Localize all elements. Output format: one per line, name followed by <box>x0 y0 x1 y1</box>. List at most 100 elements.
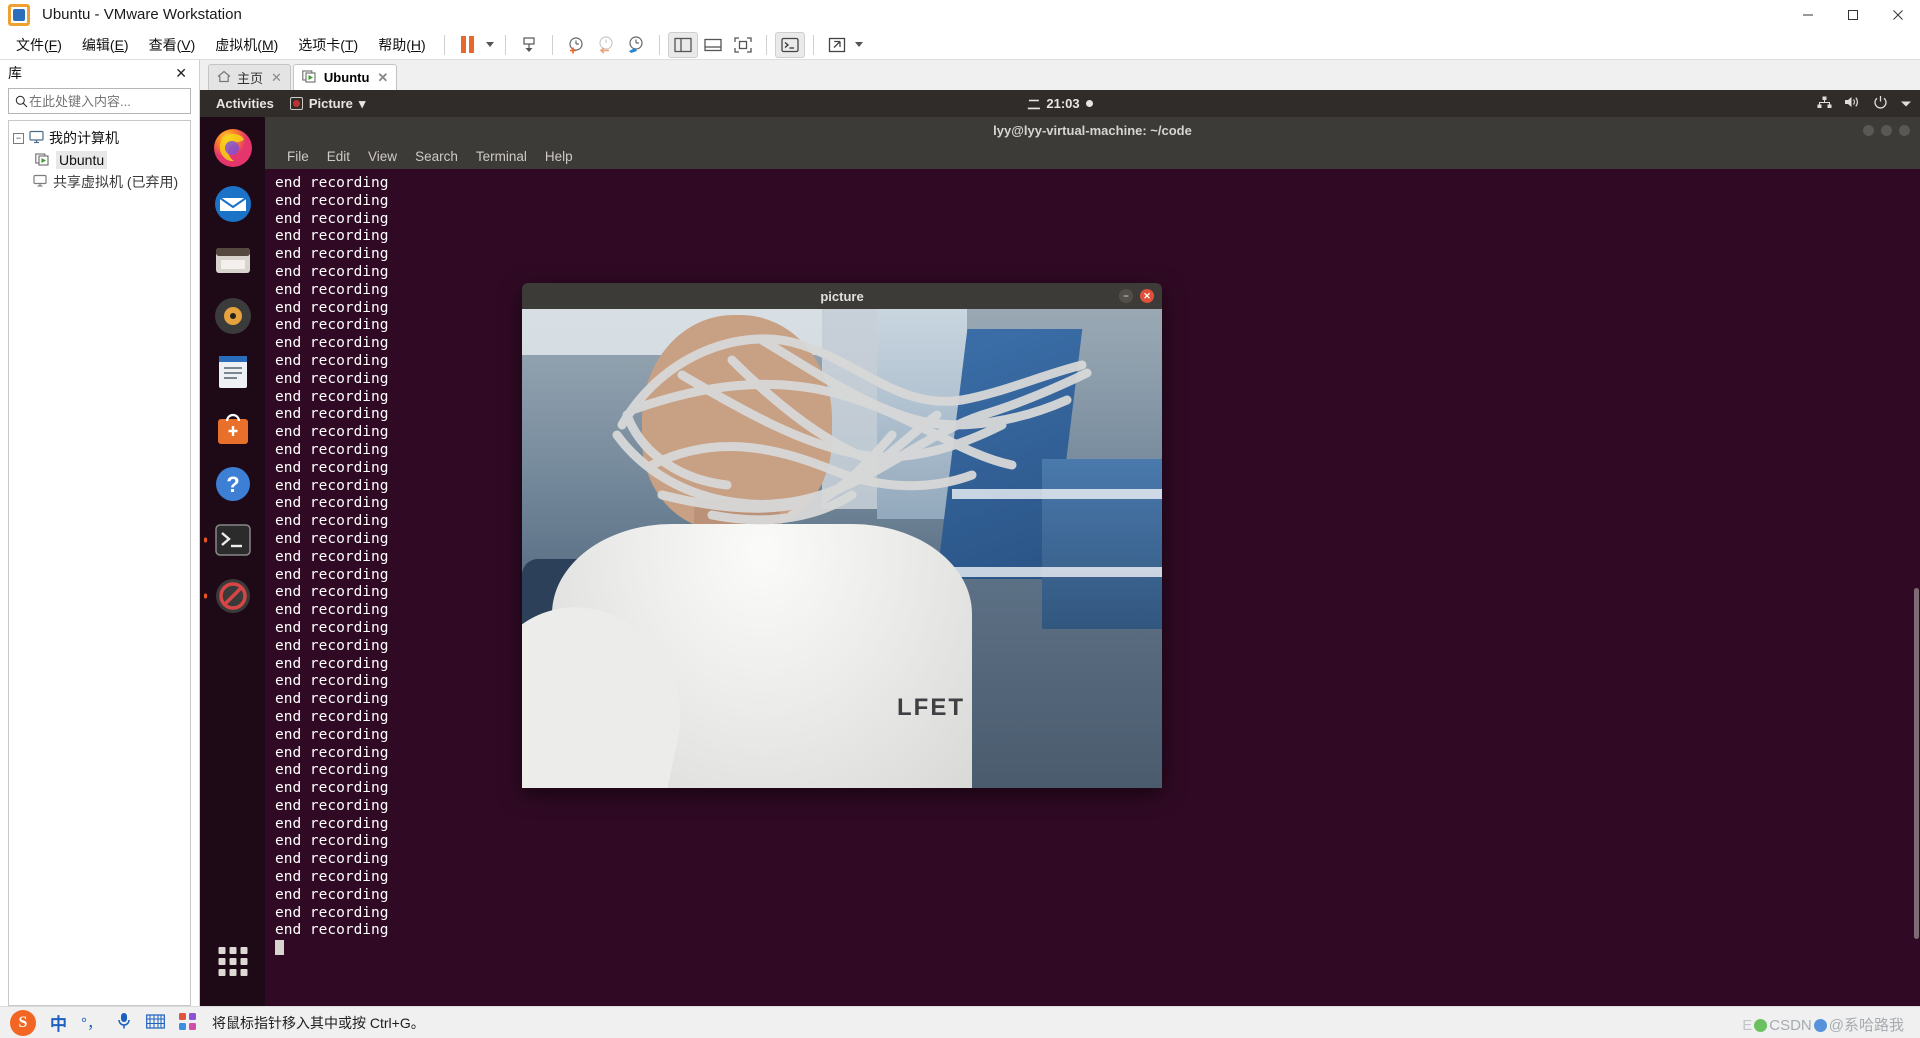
terminal-icon <box>781 37 799 52</box>
library-sidebar: 库 ✕ − 我的计算机 <box>0 60 213 1006</box>
snapshot-icon <box>523 36 535 52</box>
menubar: 文件(F) 编辑(E) 查看(V) 虚拟机(M) 选项卡(T) 帮助(H) <box>0 30 1920 60</box>
tree-item-ubuntu[interactable]: Ubuntu <box>13 149 186 171</box>
music-icon <box>214 298 251 334</box>
chevron-down-icon <box>854 42 863 47</box>
tree-item-label: 我的计算机 <box>49 130 119 146</box>
terminal-menu-file[interactable]: File <box>287 149 309 164</box>
maximize-button[interactable] <box>1830 0 1875 30</box>
shared-vm-icon <box>33 174 48 191</box>
menu-vm[interactable]: 虚拟机(M) <box>205 32 288 58</box>
dock-item-terminal[interactable] <box>210 517 256 563</box>
close-icon[interactable] <box>1899 124 1910 136</box>
search-input[interactable] <box>29 93 205 109</box>
forbidden-icon <box>215 579 250 613</box>
terminal-line: end recording <box>275 192 389 209</box>
chevron-down-icon[interactable] <box>1900 96 1912 111</box>
terminal-scrollbar[interactable] <box>1912 169 1920 1006</box>
clock-time: 21:03 <box>1046 96 1080 111</box>
console-button[interactable] <box>774 31 805 58</box>
terminal-menu-view[interactable]: View <box>368 149 397 164</box>
minimize-icon[interactable]: − <box>1119 289 1133 303</box>
menu-edit[interactable]: 编辑(E) <box>72 32 139 58</box>
terminal-menu-edit[interactable]: Edit <box>327 149 350 164</box>
terminal-icon <box>214 524 251 556</box>
terminal-line: end recording <box>275 833 389 850</box>
power-dropdown[interactable] <box>483 32 497 58</box>
minimize-icon[interactable] <box>1863 124 1874 136</box>
tab-close-icon[interactable]: ✕ <box>377 70 388 86</box>
clock-area[interactable]: 二 21:03 <box>200 94 1920 113</box>
tab-close-icon[interactable]: ✕ <box>271 70 282 86</box>
tab-home[interactable]: 主页 ✕ <box>208 64 291 90</box>
terminal-window-buttons <box>1863 124 1910 136</box>
suspend-button[interactable] <box>453 32 483 58</box>
library-search[interactable] <box>8 88 213 114</box>
terminal-menu-terminal[interactable]: Terminal <box>476 149 527 164</box>
dock-item-files[interactable] <box>210 237 256 283</box>
show-library-button[interactable] <box>667 31 698 58</box>
microphone-icon[interactable] <box>116 1012 132 1033</box>
app-menu[interactable]: Picture ▾ <box>282 96 374 112</box>
dock-item-help[interactable]: ? <box>210 461 256 507</box>
library-header: 库 ✕ <box>0 60 199 86</box>
activities-button[interactable]: Activities <box>208 96 282 111</box>
dock-item-rhythmbox[interactable] <box>210 293 256 339</box>
maximize-icon[interactable] <box>1881 124 1892 136</box>
chevron-down-icon: ▾ <box>358 95 366 111</box>
menu-tabs[interactable]: 选项卡(T) <box>288 32 368 58</box>
keyboard-icon[interactable] <box>146 1013 165 1032</box>
terminal-line: end recording <box>275 815 389 832</box>
status-hint: 将鼠标指针移入其中或按 Ctrl+G。 <box>212 1014 425 1031</box>
firefox-icon <box>213 129 252 167</box>
apps-grid-icon[interactable] <box>179 1012 196 1033</box>
ime-mode-toggle[interactable]: 中 <box>50 1010 67 1035</box>
sogou-logo-icon[interactable]: S <box>10 1009 36 1036</box>
help-icon: ? <box>215 467 250 501</box>
fullscreen-button[interactable] <box>728 32 758 58</box>
dock-item-libreoffice-writer[interactable] <box>210 349 256 395</box>
mail-icon <box>214 186 251 222</box>
vmware-workstation-window: Ubuntu - VMware Workstation 文件(F) 编辑(E) … <box>0 0 1920 1038</box>
bottom-panel-icon <box>704 38 722 51</box>
terminal-line: end recording <box>275 797 389 814</box>
revert-snapshot-button[interactable] <box>591 32 621 58</box>
dock-item-thunderbird[interactable] <box>210 181 256 227</box>
manage-snapshots-button[interactable] <box>621 32 651 58</box>
window-controls <box>1785 0 1920 30</box>
window-titlebar: Ubuntu - VMware Workstation <box>0 0 1920 30</box>
dock-item-ubuntu-software[interactable] <box>210 405 256 451</box>
toolbar-separator <box>765 34 767 55</box>
dock-item-firefox[interactable] <box>210 125 256 171</box>
picture-window[interactable]: picture − ✕ LFET <box>522 283 1162 788</box>
sidebar-panel-icon <box>674 37 692 52</box>
toolbar-separator <box>551 34 553 55</box>
terminal-line: end recording <box>275 263 389 280</box>
tree-item-shared-vms[interactable]: 共享虚拟机 (已弃用) <box>13 171 186 193</box>
power-icon <box>1873 95 1888 113</box>
tab-ubuntu[interactable]: Ubuntu ✕ <box>292 64 398 90</box>
show-applications-button[interactable] <box>218 947 247 976</box>
system-indicators[interactable] <box>1817 95 1912 113</box>
ubuntu-guest-screen[interactable]: Activities Picture ▾ 二 21:03 ? lyy@lyy-v… <box>200 90 1920 1006</box>
terminal-menu-search[interactable]: Search <box>415 149 458 164</box>
notification-dot-icon <box>1085 100 1093 107</box>
terminal-menu-help[interactable]: Help <box>545 149 573 164</box>
dock-item-trash-eject[interactable] <box>210 573 256 619</box>
snapshot-manager-button[interactable] <box>514 32 544 58</box>
ime-punctuation-toggle[interactable]: °， <box>81 1012 102 1033</box>
close-icon[interactable]: ✕ <box>1140 289 1154 303</box>
minimize-button[interactable] <box>1785 0 1830 30</box>
unity-button[interactable] <box>822 32 852 58</box>
tree-item-my-computer[interactable]: − 我的计算机 <box>13 127 186 149</box>
terminal-line: end recording <box>275 904 389 921</box>
library-close-icon[interactable]: ✕ <box>171 65 191 82</box>
menu-view[interactable]: 查看(V) <box>139 32 206 58</box>
menu-file[interactable]: 文件(F) <box>6 32 72 58</box>
menu-help[interactable]: 帮助(H) <box>368 32 435 58</box>
unity-dropdown[interactable] <box>852 32 866 58</box>
show-thumbnail-bar-button[interactable] <box>698 32 728 58</box>
take-snapshot-button[interactable] <box>561 32 591 58</box>
close-button[interactable] <box>1875 0 1920 30</box>
expander-icon[interactable]: − <box>13 132 24 144</box>
